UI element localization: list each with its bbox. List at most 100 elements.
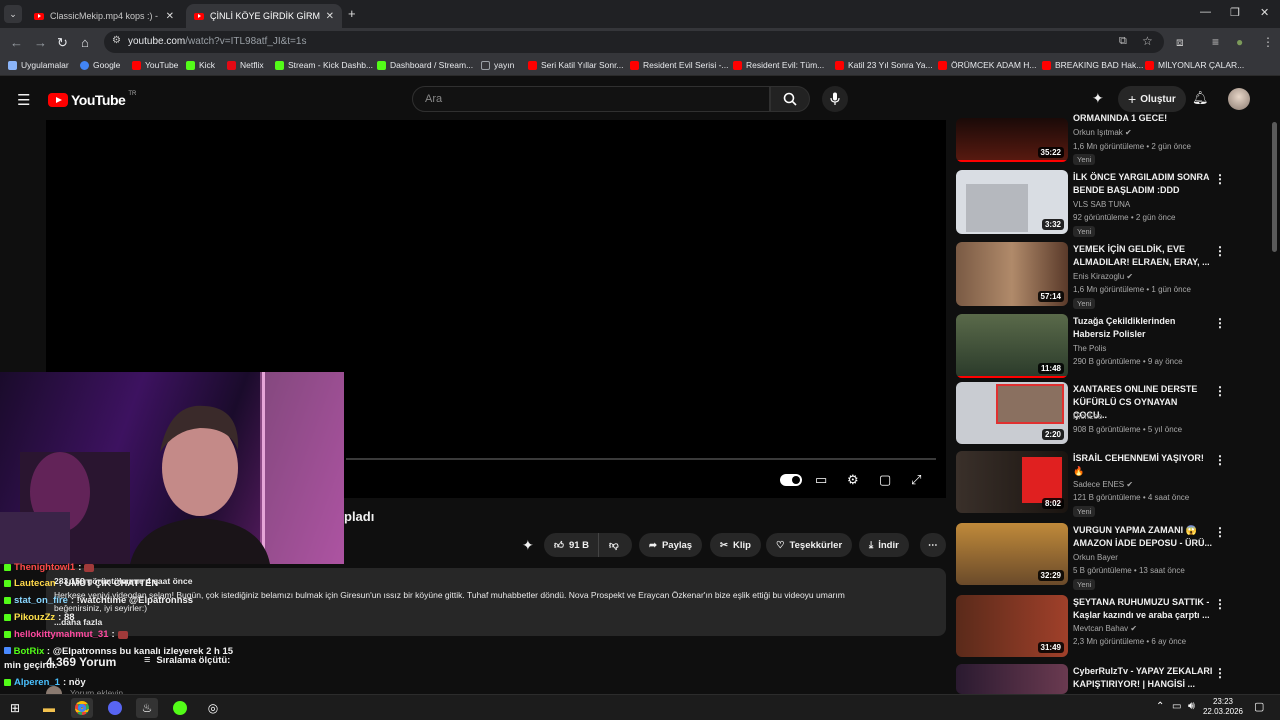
recommendation-thumbnail[interactable]: 3:32 — [956, 170, 1068, 234]
bookmark-katil-23[interactable]: Katil 23 Yıl Sonra Ya... — [835, 60, 933, 70]
more-actions-button[interactable]: ⋯ — [920, 533, 946, 557]
media-icon[interactable]: ≡ — [1212, 35, 1219, 49]
more-options-icon[interactable]: ⋮ — [1214, 453, 1226, 467]
volume-icon[interactable]: 🔊︎ — [1188, 700, 1195, 713]
reload-icon[interactable]: ↻ — [57, 35, 68, 51]
extensions-icon[interactable]: ⧈ — [1176, 35, 1184, 50]
youtube-logo[interactable]: YouTube TR — [48, 91, 136, 108]
ask-sparkle-icon[interactable]: ✦ — [522, 537, 534, 554]
tab-search-button[interactable]: ⌄ — [4, 5, 22, 23]
more-options-icon[interactable]: ⋮ — [1214, 384, 1226, 398]
close-window-icon[interactable]: ✕ — [1260, 6, 1269, 19]
share-button[interactable]: ➦ Paylaş — [639, 533, 703, 557]
clock[interactable]: 23:23 22.03.2026 — [1200, 697, 1246, 717]
recommendation-thumbnail[interactable]: 8:02 — [956, 451, 1068, 513]
like-button[interactable]: 👍︎ 91 B — [544, 533, 598, 557]
recommendation-item[interactable]: 11:48 Tuzağa Çekildiklerinden Habersiz P… — [956, 314, 1266, 378]
bookmark-kick[interactable]: Kick — [186, 60, 215, 70]
recommendation-item[interactable]: 8:02 İSRAİL CEHENNEMİ YAŞIYOR! 🔥 Sadece … — [956, 451, 1266, 517]
recommendation-item[interactable]: 57:14 YEMEK İÇİN GELDİK, EVE ALMADILAR! … — [956, 242, 1266, 309]
home-icon[interactable]: ⌂ — [81, 35, 89, 50]
more-options-icon[interactable]: ⋮ — [1214, 525, 1226, 539]
tab-close-icon[interactable]: ✕ — [326, 11, 334, 22]
recommendation-thumbnail[interactable]: 35:22 — [956, 118, 1068, 162]
hamburger-menu-icon[interactable]: ☰ — [17, 91, 30, 109]
back-icon[interactable]: ← — [10, 35, 23, 50]
address-bar[interactable]: ⚙ youtube.com/watch?v=ITL98atf_JI&t=1s ⧉… — [104, 31, 1164, 53]
bookmark-orumcek-adam[interactable]: ÖRÜMCEK ADAM H... — [938, 60, 1036, 70]
recommendation-item[interactable]: 35:22 ORMANINDA 1 GECE! Orkun Işıtmak ✔︎… — [956, 113, 1266, 165]
download-button[interactable]: ⤓ İndir — [859, 533, 909, 557]
fullscreen-icon[interactable]: ⤢ — [911, 472, 921, 488]
restore-icon[interactable]: ❐ — [1230, 6, 1240, 19]
forward-icon[interactable]: → — [34, 35, 47, 50]
profile-icon[interactable]: ● — [1236, 35, 1243, 49]
more-options-icon[interactable]: ⋮ — [1214, 244, 1226, 258]
create-button[interactable]: + Oluştur — [1118, 86, 1186, 112]
tab-cinli-koye[interactable]: ÇİNLİ KÖYE GİRDİK GİRMEZ OL ✕ — [186, 4, 342, 28]
recommendation-thumbnail[interactable] — [956, 664, 1068, 694]
new-tab-button[interactable]: + — [348, 6, 356, 21]
voice-search-button[interactable] — [822, 86, 848, 112]
bookmark-resident-evil-tum[interactable]: Resident Evil: Tüm... — [733, 60, 824, 70]
recommendation-thumbnail[interactable]: 57:14 — [956, 242, 1068, 306]
recommendation-thumbnail[interactable]: 32:29 — [956, 523, 1068, 585]
settings-gear-icon[interactable]: ⚙ — [847, 472, 859, 488]
discord-icon[interactable] — [104, 698, 126, 718]
recommendation-item[interactable]: CyberRulzTv - YAPAY ZEKALARI KAPIŞTIRIYO… — [956, 664, 1266, 694]
bookmark-uygulamalar[interactable]: Uygulamalar — [8, 60, 69, 70]
cast-icon[interactable]: ⧉ — [1119, 35, 1127, 48]
chrome-icon[interactable] — [71, 698, 93, 718]
recommendation-item[interactable]: 31:49 ŞEYTANA RUHUMUZU SATTIK - Kaşlar k… — [956, 595, 1266, 659]
premium-sparkle-icon[interactable]: ✦ — [1092, 90, 1104, 107]
bookmark-yayin[interactable]: yayın — [481, 60, 514, 70]
dislike-button[interactable]: 👎︎ — [598, 533, 632, 557]
recommendation-thumbnail[interactable]: 31:49 — [956, 595, 1068, 657]
network-icon[interactable]: ▭ — [1172, 701, 1181, 712]
notifications-bell-icon[interactable]: 🔔︎ — [1192, 90, 1209, 106]
obs-icon[interactable]: ◎ — [202, 698, 224, 718]
bookmark-dashboard[interactable]: Dashboard / Stream... — [377, 60, 473, 70]
clip-button[interactable]: ✂ Klip — [710, 533, 761, 557]
theater-mode-icon[interactable]: ▢ — [879, 472, 891, 488]
kick-app-icon[interactable] — [169, 698, 191, 718]
bookmark-milyonlar[interactable]: MİLYONLAR ÇALAR... — [1145, 60, 1244, 70]
more-options-icon[interactable]: ⋮ — [1214, 172, 1226, 186]
bookmark-resident-evil-serisi[interactable]: Resident Evil Serisi -... — [630, 60, 729, 70]
thanks-button[interactable]: ♡ Teşekkürler — [766, 533, 853, 557]
search-input[interactable] — [413, 87, 769, 111]
tab-close-icon[interactable]: ✕ — [166, 11, 174, 22]
notification-center-icon[interactable]: ▢ — [1254, 700, 1264, 713]
bookmark-seri-katil[interactable]: Seri Katil Yıllar Sonr... — [528, 60, 624, 70]
recommendation-thumbnail[interactable]: 2:20 — [956, 382, 1068, 444]
tray-chevron-icon[interactable]: ⌃ — [1156, 701, 1164, 712]
file-explorer-icon[interactable]: ▬ — [38, 698, 60, 718]
recommendation-item[interactable]: 2:20 XANTARES ONLINE DERSTE KÜFÜRLÜ CS O… — [956, 382, 1266, 446]
more-options-icon[interactable]: ⋮ — [1214, 597, 1226, 611]
more-options-icon[interactable]: ⋮ — [1214, 316, 1226, 330]
sidebar-scrollbar[interactable] — [1272, 122, 1277, 252]
progress-bar[interactable] — [346, 458, 936, 460]
menu-icon[interactable]: ⋮ — [1262, 35, 1274, 49]
tab-classicmekip[interactable]: ClassicMekip.mp4 kops :) - YouTube ✕ — [26, 4, 182, 28]
search-button[interactable] — [770, 86, 810, 112]
recommendation-item[interactable]: 32:29 VURGUN YAPMA ZAMANI 😱 AMAZON İADE … — [956, 523, 1266, 590]
autoplay-toggle[interactable] — [780, 474, 802, 486]
bookmark-star-icon[interactable]: ☆ — [1142, 34, 1153, 48]
minimize-icon[interactable]: — — [1200, 6, 1211, 18]
account-avatar[interactable] — [1228, 88, 1250, 110]
bookmark-google[interactable]: Google — [80, 60, 120, 70]
recommendation-item[interactable]: 3:32 İLK ÖNCE YARGILADIM SONRA BENDE BAŞ… — [956, 170, 1266, 237]
steam-icon[interactable]: ♨ — [136, 698, 158, 718]
bookmark-netflix[interactable]: Netflix — [227, 60, 264, 70]
webcam-overlay — [0, 372, 344, 564]
bookmark-breaking-bad[interactable]: BREAKING BAD Hak... — [1042, 60, 1143, 70]
site-info-icon[interactable]: ⚙ — [112, 35, 121, 46]
bookmark-youtube[interactable]: YouTube — [132, 60, 178, 70]
bookmark-stream-kick[interactable]: Stream - Kick Dashb... — [275, 60, 373, 70]
windows-start-icon[interactable]: ⊞ — [4, 698, 26, 718]
recommendation-views: 121 B görüntüleme • 4 saat önce — [1073, 493, 1190, 502]
more-options-icon[interactable]: ⋮ — [1214, 666, 1226, 680]
subtitles-icon[interactable]: ▭ — [815, 472, 827, 488]
recommendation-thumbnail[interactable]: 11:48 — [956, 314, 1068, 378]
